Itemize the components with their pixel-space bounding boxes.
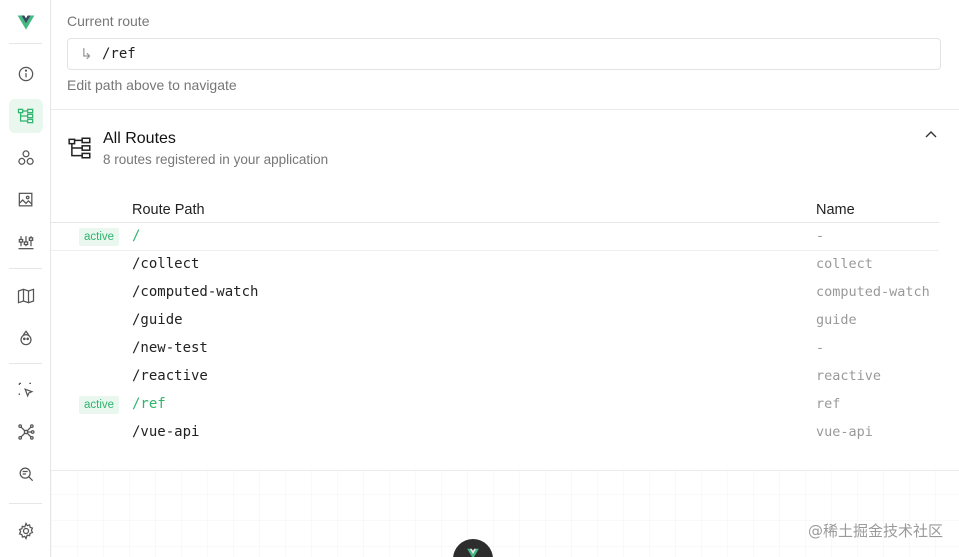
route-path[interactable]: /guide [132,312,183,328]
route-name: - [816,228,825,244]
vue-logo-icon [467,548,479,557]
route-path-input[interactable] [102,46,902,62]
return-arrow-icon: ↳ [80,45,93,63]
route-path[interactable]: /ref [132,396,166,412]
route-path[interactable]: /vue-api [132,424,199,440]
chevron-up-icon[interactable] [923,127,939,143]
route-row[interactable]: /new-test - [51,335,939,363]
timeline-icon[interactable] [9,225,43,259]
current-route-label: Current route [67,13,150,29]
sidebar-divider [9,43,42,44]
sidebar-divider [9,503,42,504]
route-name: - [816,340,825,356]
current-route-panel: Current route ↳ Edit path above to navig… [51,0,959,110]
active-badge: active [79,228,120,246]
route-name: computed-watch [816,284,930,300]
route-path[interactable]: /computed-watch [132,284,258,300]
column-header-path: Route Path [132,202,205,218]
route-name: guide [816,312,857,328]
routes-table-header: Route Path Name [51,199,939,223]
active-badge: active [79,396,120,414]
route-path[interactable]: /reactive [132,368,208,384]
route-input-box[interactable]: ↳ [67,38,941,70]
inspect-cursor-icon[interactable] [9,373,43,407]
route-row[interactable]: /vue-api vue-api [51,419,939,447]
devtools-toggle-button[interactable] [453,539,493,557]
section-title: All Routes [103,130,176,147]
all-routes-section: All Routes 8 routes registered in your a… [51,111,959,471]
route-row[interactable]: /reactive reactive [51,363,939,391]
route-path[interactable]: / [132,228,140,244]
components-icon[interactable] [9,141,43,175]
route-path[interactable]: /collect [132,256,199,272]
route-name: vue-api [816,424,873,440]
route-row[interactable]: /computed-watch computed-watch [51,279,939,307]
route-tree-icon[interactable] [9,99,43,133]
assets-icon[interactable] [9,183,43,217]
settings-icon[interactable] [9,514,43,548]
route-row[interactable]: active / - [51,223,939,251]
route-row[interactable]: /guide guide [51,307,939,335]
column-header-name: Name [816,202,855,218]
route-name: collect [816,256,873,272]
route-name: ref [816,396,841,412]
watermark: @稀土掘金技术社区 [807,522,943,540]
sidebar-divider [9,268,42,269]
pages-map-icon[interactable] [9,279,43,313]
graph-icon[interactable] [9,415,43,449]
sidebar-divider [9,363,42,364]
search-inspect-icon[interactable] [9,457,43,491]
vue-logo-icon[interactable] [9,6,43,40]
info-icon[interactable] [9,57,43,91]
route-path[interactable]: /new-test [132,340,208,356]
section-subtitle: 8 routes registered in your application [103,152,329,167]
route-row[interactable]: active/ref ref [51,391,939,419]
pinia-icon[interactable] [9,321,43,355]
route-name: reactive [816,368,882,384]
sidebar [0,0,51,557]
route-row[interactable]: /collect collect [51,251,939,279]
main-area: Current route ↳ Edit path above to navig… [51,0,959,557]
navigate-hint: Edit path above to navigate [67,77,237,93]
route-tree-icon [68,137,91,159]
